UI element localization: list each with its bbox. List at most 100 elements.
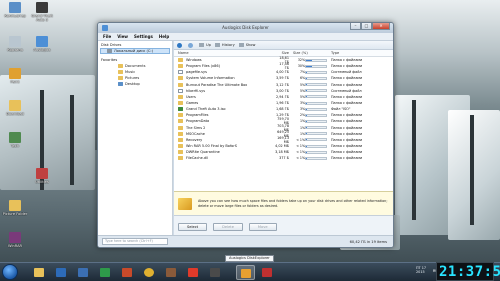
back-arrow-icon [177,42,182,48]
desktop-shortcut[interactable]: Picture Folder [0,200,30,216]
iso-file-icon [178,107,183,112]
col-header-type[interactable]: Type [331,51,389,55]
tree-item-label: Desktop [125,82,140,86]
file-icon [178,70,183,75]
forward-button[interactable] [188,42,195,48]
folder-icon [178,113,183,118]
up-button[interactable]: Up [199,43,211,47]
documents-icon [118,64,123,68]
taskbar-app3[interactable] [74,265,93,280]
size-pct-label: 6% [299,76,305,81]
history-button[interactable]: History [214,43,235,47]
folder-icon [178,64,183,69]
shortcut-icon [36,36,48,47]
folder-icon [178,125,183,130]
delete-button[interactable]: Delete [213,222,243,231]
search-input[interactable]: Type here to search (Ctrl+F) [102,238,168,245]
cell-type: Папка с файлами [331,156,363,161]
col-header-size[interactable]: Size [274,51,289,55]
cell-size-pct: 3% [289,107,331,111]
cell-size: 1,96 ГБ [275,101,289,106]
app-icon [210,268,220,277]
desktop-shortcut[interactable]: Компьютер [0,2,30,18]
shortcut-label: Picture Folder [2,212,28,216]
shortcut-label: Компьютер [4,14,26,18]
shortcut-label: Grand Theft Auto 3 [31,14,53,22]
desktop-shortcut[interactable]: Auslogics [27,36,57,52]
minimize-button[interactable]: – [350,23,361,30]
shortcut-label: WinRAR [7,244,23,248]
move-button[interactable]: Move [248,222,277,231]
taskbar-auslogics[interactable] [236,265,255,280]
taskbar-media[interactable] [52,265,71,280]
cell-size-pct: 6% [289,76,331,80]
taskbar-chrome[interactable] [140,265,159,280]
menu-file[interactable]: File [103,34,111,39]
desktop-shortcut[interactable]: Download [0,100,30,116]
taskbar-app11[interactable] [258,265,277,280]
size-bar [305,144,327,148]
desktop-shortcut[interactable]: Tech [0,132,30,148]
size-bar [305,126,327,130]
maximize-button[interactable]: □ [361,23,372,30]
taskbar-explorer[interactable] [30,265,49,280]
cell-name: Program Files (x86) [174,64,274,69]
pictures-icon [118,76,123,80]
cell-name-text: Grand Theft Auto 3.iso [186,107,226,112]
cell-name-text: Games [186,101,199,106]
menu-help[interactable]: Help [159,34,169,39]
cell-size-pct: 2% [289,113,331,117]
taskbar-tooltip: Auslogics DiskExplorer [225,255,274,262]
cell-name-text: The Sims 2 [186,125,206,130]
back-button[interactable] [177,42,184,48]
show-button[interactable]: Show [238,43,255,47]
shortcut-icon [9,232,21,243]
drive-icon [107,49,112,53]
folder-icon [178,94,183,99]
cell-name: Users [174,94,274,99]
title-bar[interactable]: Auslogics Disk Explorer – □ ✕ [98,23,393,33]
navigation-pane: Disk Drives Локальный диск (C:) Favorite… [98,41,173,237]
taskbar-app7[interactable] [162,265,181,280]
cell-name: System Volume Information [174,76,274,81]
tree-item-local-disk[interactable]: Локальный диск (C:) [100,48,170,54]
desktop-shortcut[interactable]: Paint [0,68,30,84]
menu-settings[interactable]: Settings [134,34,153,39]
info-text: Above you can see how much space files a… [198,199,388,208]
favorites-header[interactable]: Favorites [98,56,172,63]
size-bar [305,70,327,74]
app-icon [122,268,132,277]
taskbar-app4[interactable] [96,265,115,280]
table-row[interactable]: FileCache.dll 377 Б < 1% Папка с файлами [174,155,393,161]
menu-view[interactable]: View [117,34,128,39]
desktop-shortcut[interactable]: WinRAR [0,232,30,248]
desktop-shortcut[interactable]: Grand Theft Auto 3 [27,2,57,22]
taskbar-yandex[interactable] [184,265,203,280]
cell-name-text: Burnout Paradise The Ultimate Box [186,82,248,87]
cell-size: 3,12 ГБ [275,82,289,87]
taskbar-app5[interactable] [118,265,137,280]
cell-name: Recovery [174,137,274,142]
folder-icon [178,137,183,142]
select-button[interactable]: Select [178,222,208,231]
taskbar-app9[interactable] [206,265,225,280]
size-pct-label: 3% [299,101,305,106]
tray-date[interactable]: ПТ 17 2015 [416,266,426,274]
col-header-name[interactable]: Name [174,51,274,55]
cell-size-pct: 3% [289,101,331,105]
cell-name: FileCache.dll [174,156,274,161]
close-button[interactable]: ✕ [372,23,390,30]
cell-size-pct: 5% [289,95,331,99]
desktop-shortcut[interactable]: Utilities [27,168,57,184]
folder-icon [178,82,183,87]
desktop-shortcut[interactable]: Корзина [0,36,30,52]
cell-type: Папка с файлами [331,137,363,142]
auslogics-icon [241,269,251,278]
size-pct-label: 7% [299,70,305,75]
up-icon [199,43,204,47]
start-button[interactable] [2,264,18,280]
col-header-size-pct[interactable]: Size (%) [289,51,331,55]
cell-name: DWRite Quarantine [174,150,274,155]
disk-drives-header[interactable]: Disk Drives [98,41,172,48]
tree-item-desktop[interactable]: Desktop [98,81,172,87]
